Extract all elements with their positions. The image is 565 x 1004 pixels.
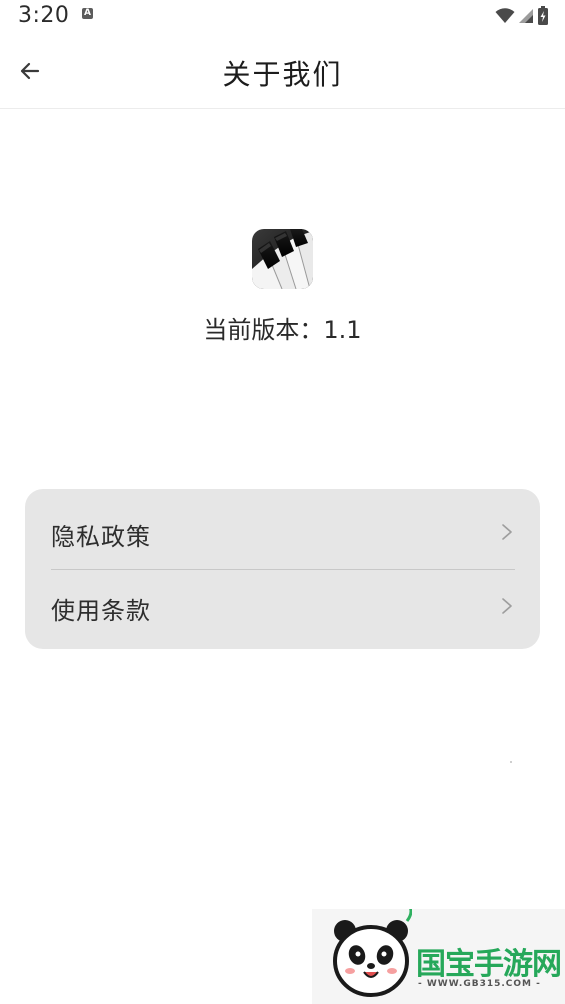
terms-of-use-label: 使用条款 (51, 597, 151, 625)
chevron-right-icon (502, 524, 512, 540)
status-icons (495, 6, 549, 26)
legal-menu-card: 隐私政策 使用条款 (25, 489, 540, 649)
privacy-policy-item[interactable]: 隐私政策 (25, 493, 540, 571)
status-bar: 3:20 A (0, 0, 565, 34)
battery-icon (538, 6, 548, 25)
panda-logo (333, 909, 412, 997)
watermark-url: - WWW.GB315.COM - (418, 979, 541, 989)
piano-keys-icon (252, 229, 313, 289)
wifi-icon (495, 8, 515, 23)
chevron-right-icon (502, 598, 512, 614)
watermark: 国宝手游网 - WWW.GB315.COM - (312, 909, 565, 1004)
app-bar: 关于我们 (0, 34, 565, 109)
signal-icon (519, 9, 533, 23)
watermark-brand: 国宝手游网 (416, 947, 562, 982)
page-title: 关于我们 (222, 58, 343, 91)
version-text: 当前版本：1.1 (203, 316, 362, 344)
privacy-policy-label: 隐私政策 (51, 523, 151, 551)
status-time: 3:20 (18, 3, 70, 28)
a-letter-icon: A (82, 8, 93, 19)
about-us-screen: 3:20 A 关于我们 当前版本：1.1 隐私政策 使用条款 国宝手游网 - W… (0, 0, 565, 1004)
terms-of-use-item[interactable]: 使用条款 (25, 567, 540, 645)
speck (510, 761, 512, 763)
